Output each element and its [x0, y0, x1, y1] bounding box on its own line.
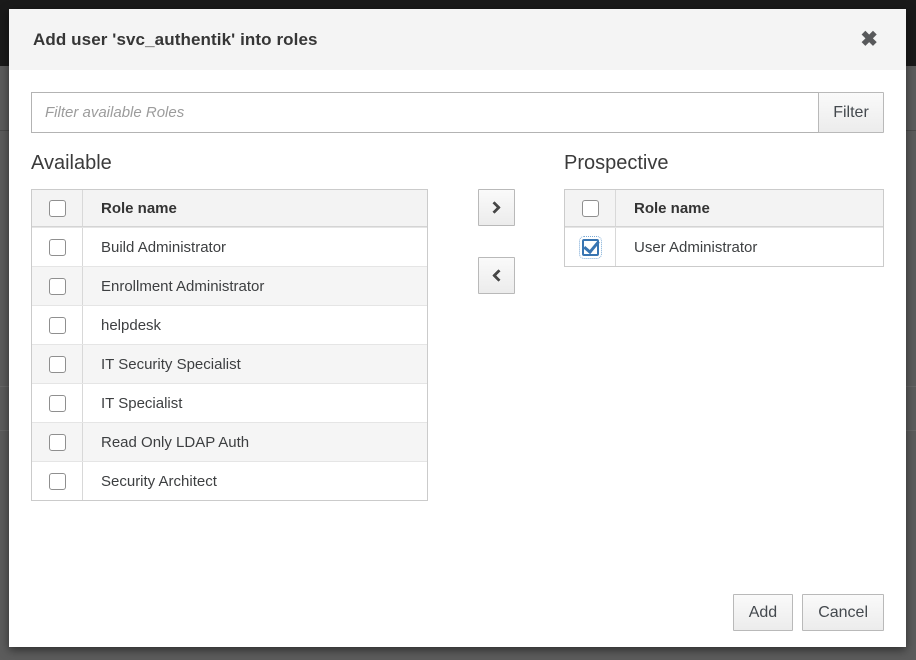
filter-input[interactable] — [31, 92, 819, 133]
role-name: Enrollment Administrator — [83, 278, 264, 295]
add-button[interactable]: Add — [733, 594, 793, 631]
table-row[interactable]: IT Security Specialist — [32, 344, 427, 383]
role-checkbox[interactable] — [49, 356, 66, 373]
available-roles-table: Role name Build Administrator Enrollment… — [31, 189, 428, 501]
role-name: Build Administrator — [83, 239, 226, 256]
transfer-columns: Role name Build Administrator Enrollment… — [31, 189, 884, 501]
header-checkbox-cell — [565, 190, 616, 226]
role-name: IT Specialist — [83, 395, 182, 412]
dialog-footer: Add Cancel — [733, 594, 884, 631]
table-row[interactable]: IT Specialist — [32, 383, 427, 422]
dialog-body: Filter Available Prospective Role name — [9, 70, 906, 501]
prospective-roles-table: Role name User Administrator — [564, 189, 884, 267]
filter-button[interactable]: Filter — [818, 92, 884, 133]
table-row[interactable]: Build Administrator — [32, 227, 427, 266]
role-name: Read Only LDAP Auth — [83, 434, 249, 451]
table-header-row: Role name — [565, 190, 883, 227]
cancel-button[interactable]: Cancel — [802, 594, 884, 631]
table-header-row: Role name — [32, 190, 427, 227]
chevron-left-icon — [492, 269, 505, 282]
table-row[interactable]: Read Only LDAP Auth — [32, 422, 427, 461]
add-roles-dialog: Add user 'svc_authentik' into roles ✖ Fi… — [9, 9, 906, 647]
move-right-button[interactable] — [478, 189, 515, 226]
select-all-checkbox[interactable] — [49, 200, 66, 217]
header-checkbox-cell — [32, 190, 83, 226]
column-header-label: Role name — [83, 200, 177, 217]
chevron-right-icon — [488, 201, 501, 214]
available-column: Role name Build Administrator Enrollment… — [31, 189, 428, 501]
table-row[interactable]: Security Architect — [32, 461, 427, 500]
role-name: helpdesk — [83, 317, 161, 334]
role-name: User Administrator — [616, 239, 757, 256]
role-checkbox[interactable] — [49, 434, 66, 451]
role-checkbox[interactable] — [49, 278, 66, 295]
filter-row: Filter — [31, 92, 884, 133]
transfer-controls — [428, 189, 564, 294]
column-header-label: Role name — [616, 200, 710, 217]
role-checkbox[interactable] — [49, 395, 66, 412]
role-checkbox[interactable] — [49, 239, 66, 256]
table-row[interactable]: User Administrator — [565, 227, 883, 266]
available-heading: Available — [31, 149, 564, 177]
close-icon[interactable]: ✖ — [858, 27, 880, 52]
role-checkbox-checked[interactable] — [582, 239, 599, 256]
select-all-checkbox[interactable] — [582, 200, 599, 217]
dialog-title: Add user 'svc_authentik' into roles — [33, 30, 318, 50]
table-row[interactable]: Enrollment Administrator — [32, 266, 427, 305]
section-headings: Available Prospective — [31, 149, 884, 177]
role-name: IT Security Specialist — [83, 356, 241, 373]
prospective-column: Role name User Administrator — [564, 189, 884, 267]
role-name: Security Architect — [83, 473, 217, 490]
role-checkbox[interactable] — [49, 317, 66, 334]
role-checkbox[interactable] — [49, 473, 66, 490]
table-row[interactable]: helpdesk — [32, 305, 427, 344]
prospective-heading: Prospective — [564, 149, 884, 177]
dialog-header: Add user 'svc_authentik' into roles ✖ — [9, 9, 906, 70]
move-left-button[interactable] — [478, 257, 515, 294]
